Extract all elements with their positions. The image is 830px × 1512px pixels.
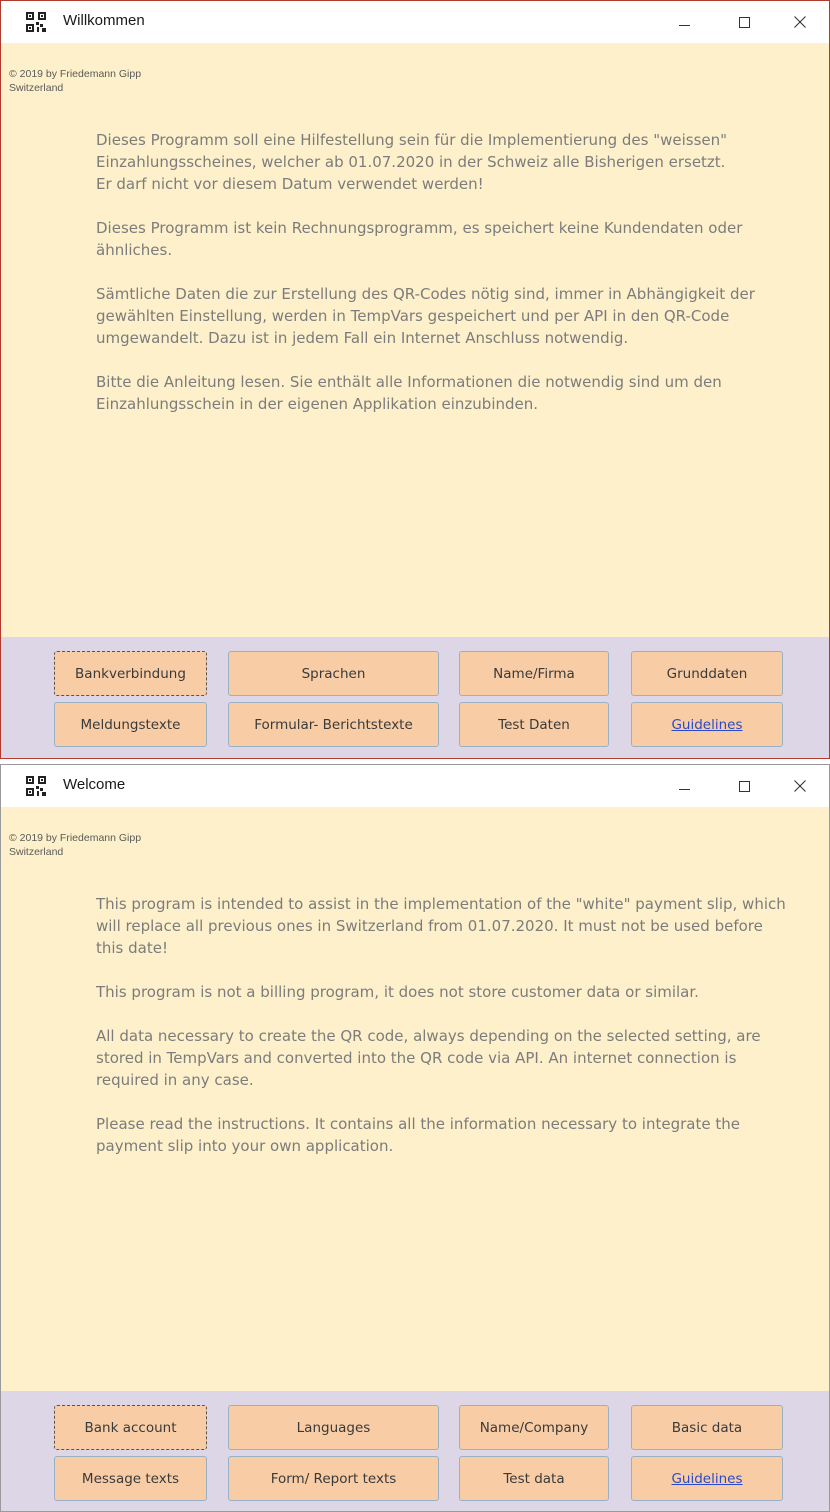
languages-button[interactable]: Sprachen xyxy=(228,651,439,696)
title-bar[interactable]: Welcome xyxy=(1,765,829,807)
minimize-icon xyxy=(678,788,690,790)
intro-paragraph: Bitte die Anleitung lesen. Sie enthält a… xyxy=(96,373,722,413)
intro-text: This program is intended to assist in th… xyxy=(96,893,786,1179)
guidelines-button[interactable]: Guidelines xyxy=(631,1456,783,1501)
close-button[interactable] xyxy=(777,1,823,43)
basic-data-button[interactable]: Basic data xyxy=(631,1405,783,1450)
qr-app-icon xyxy=(26,12,46,32)
maximize-icon xyxy=(738,780,750,792)
copyright-notice: © 2019 by Friedemann Gipp Switzerland xyxy=(9,67,141,95)
intro-paragraph: This program is not a billing program, i… xyxy=(96,983,699,1001)
bank-account-button[interactable]: Bankverbindung xyxy=(54,651,207,696)
country-line: Switzerland xyxy=(9,82,64,94)
qr-app-icon xyxy=(26,776,46,796)
maximize-button[interactable] xyxy=(721,1,767,43)
languages-button[interactable]: Languages xyxy=(228,1405,439,1450)
name-company-button[interactable]: Name/Firma xyxy=(459,651,609,696)
window-title: Willkommen xyxy=(63,12,145,29)
copyright-line: © 2019 by Friedemann Gipp xyxy=(9,832,142,844)
intro-paragraph: All data necessary to create the QR code… xyxy=(96,1027,761,1089)
title-bar[interactable]: Willkommen xyxy=(1,1,829,43)
minimize-icon xyxy=(678,24,690,26)
close-button[interactable] xyxy=(777,765,823,807)
message-texts-button[interactable]: Meldungstexte xyxy=(54,702,207,747)
form-report-texts-button[interactable]: Formular- Berichtstexte xyxy=(228,702,439,747)
button-bar: Bankverbindung Sprachen Name/Firma Grund… xyxy=(1,637,829,758)
close-icon xyxy=(794,780,806,792)
message-texts-button[interactable]: Message texts xyxy=(54,1456,207,1501)
guidelines-link[interactable]: Guidelines xyxy=(671,717,742,733)
intro-paragraph: Dieses Programm ist kein Rechnungsprogra… xyxy=(96,219,743,259)
guidelines-link[interactable]: Guidelines xyxy=(671,1471,742,1487)
intro-paragraph: Please read the instructions. It contain… xyxy=(96,1115,740,1155)
minimize-button[interactable] xyxy=(661,765,707,807)
copyright-notice: © 2019 by Friedemann Gipp Switzerland xyxy=(9,831,141,859)
button-bar: Bank account Languages Name/Company Basi… xyxy=(1,1391,829,1511)
form-report-texts-button[interactable]: Form/ Report texts xyxy=(228,1456,439,1501)
maximize-icon xyxy=(738,16,750,28)
minimize-button[interactable] xyxy=(661,1,707,43)
welcome-window-english: Welcome © 2019 by Friedemann Gipp Switze… xyxy=(0,764,830,1512)
copyright-line: © 2019 by Friedemann Gipp xyxy=(9,68,142,80)
test-data-button[interactable]: Test Daten xyxy=(459,702,609,747)
window-title: Welcome xyxy=(63,776,126,793)
intro-text: Dieses Programm soll eine Hilfestellung … xyxy=(96,129,786,437)
intro-paragraph: Dieses Programm soll eine Hilfestellung … xyxy=(96,131,728,193)
basic-data-button[interactable]: Grunddaten xyxy=(631,651,783,696)
name-company-button[interactable]: Name/Company xyxy=(459,1405,609,1450)
country-line: Switzerland xyxy=(9,846,64,858)
guidelines-button[interactable]: Guidelines xyxy=(631,702,783,747)
welcome-window-german: Willkommen © 2019 by Friedemann Gipp Swi… xyxy=(0,0,830,759)
maximize-button[interactable] xyxy=(721,765,767,807)
bank-account-button[interactable]: Bank account xyxy=(54,1405,207,1450)
close-icon xyxy=(794,16,806,28)
intro-paragraph: This program is intended to assist in th… xyxy=(96,895,786,957)
intro-paragraph: Sämtliche Daten die zur Erstellung des Q… xyxy=(96,285,755,347)
test-data-button[interactable]: Test data xyxy=(459,1456,609,1501)
